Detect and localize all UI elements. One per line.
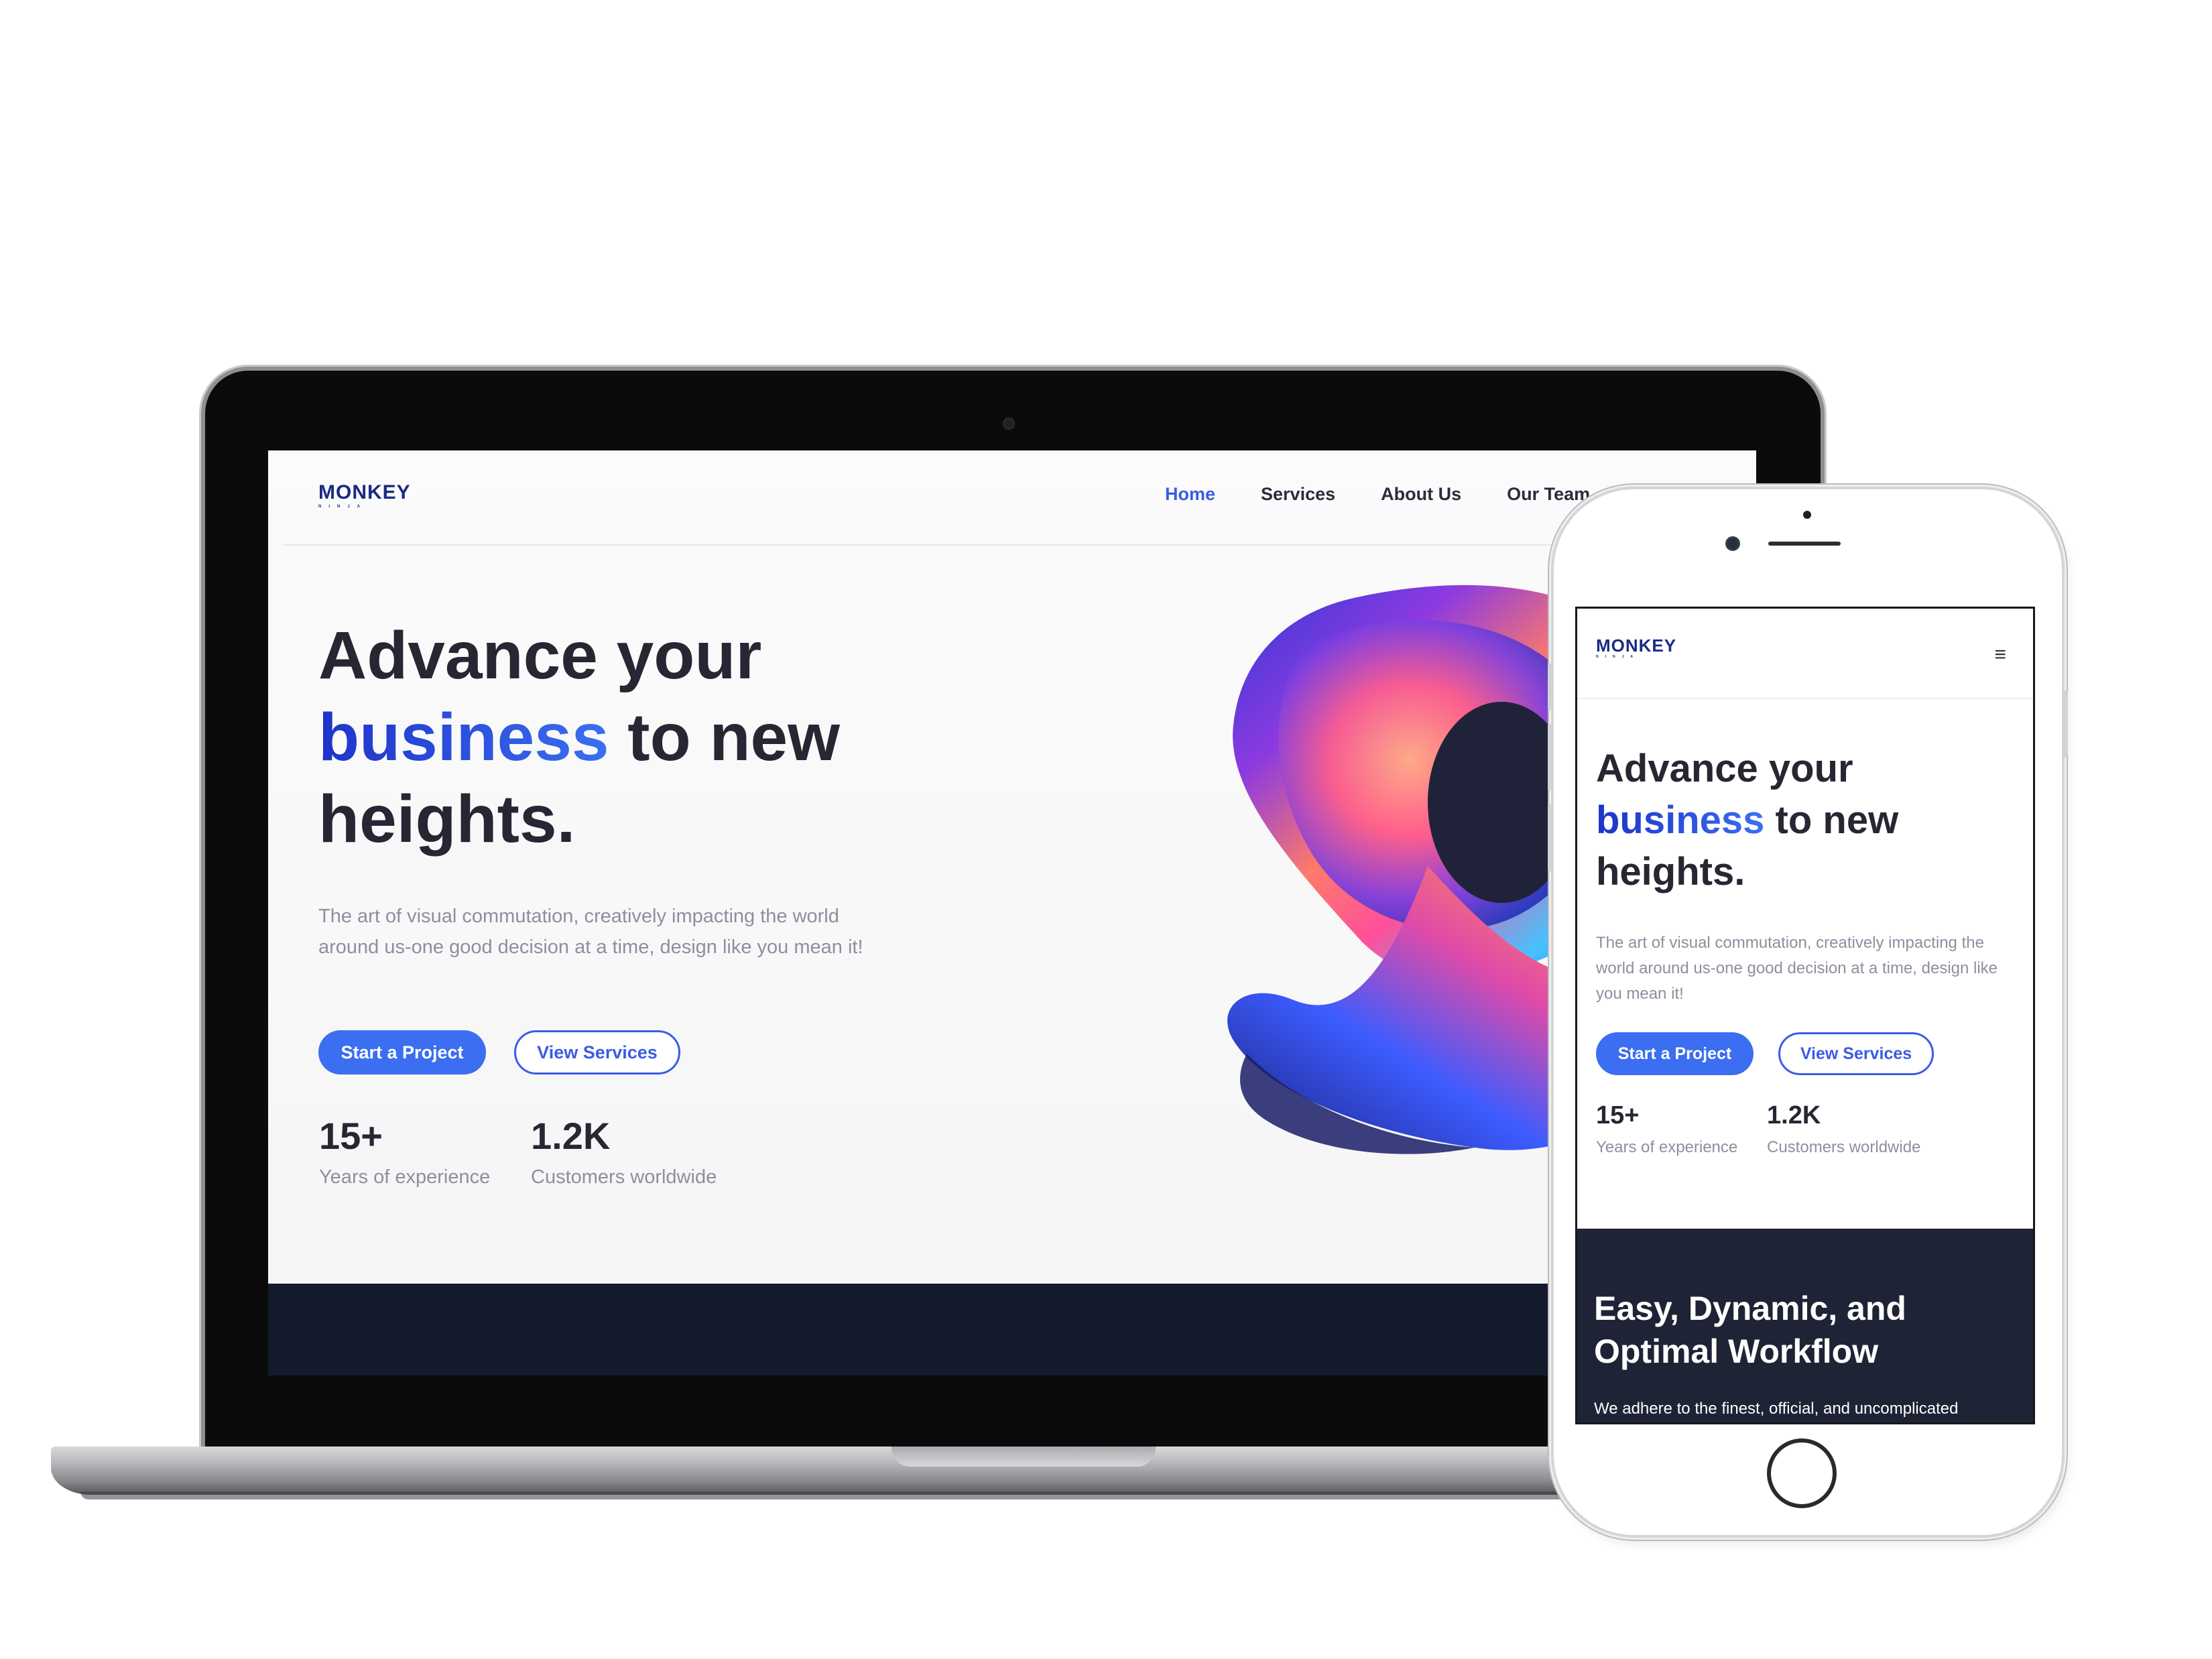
mobile-stat-customers-label: Customers worldwide: [1767, 1138, 1921, 1156]
main-nav: Home Services About Us Our Team: [1165, 484, 1590, 505]
stat-experience-label: Years of experience: [319, 1166, 491, 1188]
phone-speaker: [1768, 542, 1841, 546]
phone-front-camera: [1727, 538, 1738, 549]
mobile-stat-experience-label: Years of experience: [1596, 1138, 1738, 1156]
stat-customers-value: 1.2K: [531, 1115, 611, 1157]
hero-title-rest: to new: [609, 700, 840, 775]
laptop-screen: MONKEY NINJA Home Services About Us Our …: [268, 450, 1756, 1375]
workflow-text: We adhere to the finest, official, and u…: [1594, 1400, 1959, 1418]
phone-mute-button: [1548, 804, 1553, 871]
nav-item-our-team[interactable]: Our Team: [1507, 484, 1590, 505]
mobile-logo-text: MONKEY: [1596, 635, 1677, 656]
mobile-view-services-button[interactable]: View Services: [1778, 1032, 1934, 1075]
phone-volume-down-button: [1548, 724, 1553, 791]
start-project-button[interactable]: Start a Project: [318, 1030, 486, 1074]
header-divider: [283, 544, 1756, 546]
hamburger-menu-icon[interactable]: ≡: [1994, 645, 2006, 665]
mobile-hero-title-line3: heights.: [1596, 850, 1745, 894]
hero-description: The art of visual commutation, creativel…: [318, 906, 863, 958]
mobile-hero-title-rest: to new: [1764, 798, 1899, 842]
mobile-logo-tagline: NINJA: [1596, 655, 1640, 659]
phone-home-button[interactable]: [1767, 1438, 1837, 1508]
logo-text: MONKEY: [318, 481, 411, 503]
mobile-start-project-button[interactable]: Start a Project: [1596, 1032, 1754, 1075]
dark-section-band: [268, 1284, 1756, 1375]
hero-title-accent: business: [318, 700, 609, 775]
laptop-camera: [1003, 418, 1015, 430]
nav-item-about-us[interactable]: About Us: [1381, 484, 1461, 505]
phone-sensor: [1803, 511, 1811, 519]
mobile-hero-description: The art of visual commutation, creativel…: [1596, 934, 1998, 1003]
brand-logo[interactable]: MONKEY NINJA: [318, 483, 411, 509]
laptop-opening-notch: [892, 1447, 1156, 1467]
phone-power-button: [2063, 690, 2068, 757]
mobile-hero-title-line1: Advance your: [1596, 747, 1853, 790]
nav-item-services[interactable]: Services: [1261, 484, 1335, 505]
mobile-header-divider: [1577, 698, 2033, 699]
hero-title-line3: heights.: [318, 782, 576, 857]
mobile-stat-experience-value: 15+: [1596, 1101, 1640, 1129]
logo-tagline: NINJA: [318, 505, 368, 509]
mobile-stat-customers-value: 1.2K: [1767, 1101, 1821, 1129]
hero-title-line1: Advance your: [318, 618, 762, 693]
view-services-button[interactable]: View Services: [514, 1030, 680, 1074]
mobile-brand-logo[interactable]: MONKEY NINJA: [1596, 637, 1676, 659]
stat-customers-label: Customers worldwide: [531, 1166, 717, 1188]
phone-volume-up-button: [1548, 664, 1553, 711]
hero-title: Advance your business to new heights.: [318, 615, 989, 860]
mobile-hero-title-accent: business: [1596, 798, 1765, 842]
nav-item-home[interactable]: Home: [1165, 484, 1215, 505]
stat-experience-value: 15+: [319, 1115, 383, 1157]
mobile-hero-title: Advance your business to new heights.: [1596, 743, 2012, 898]
workflow-title: Easy, Dynamic, and Optimal Workflow: [1594, 1290, 1906, 1370]
